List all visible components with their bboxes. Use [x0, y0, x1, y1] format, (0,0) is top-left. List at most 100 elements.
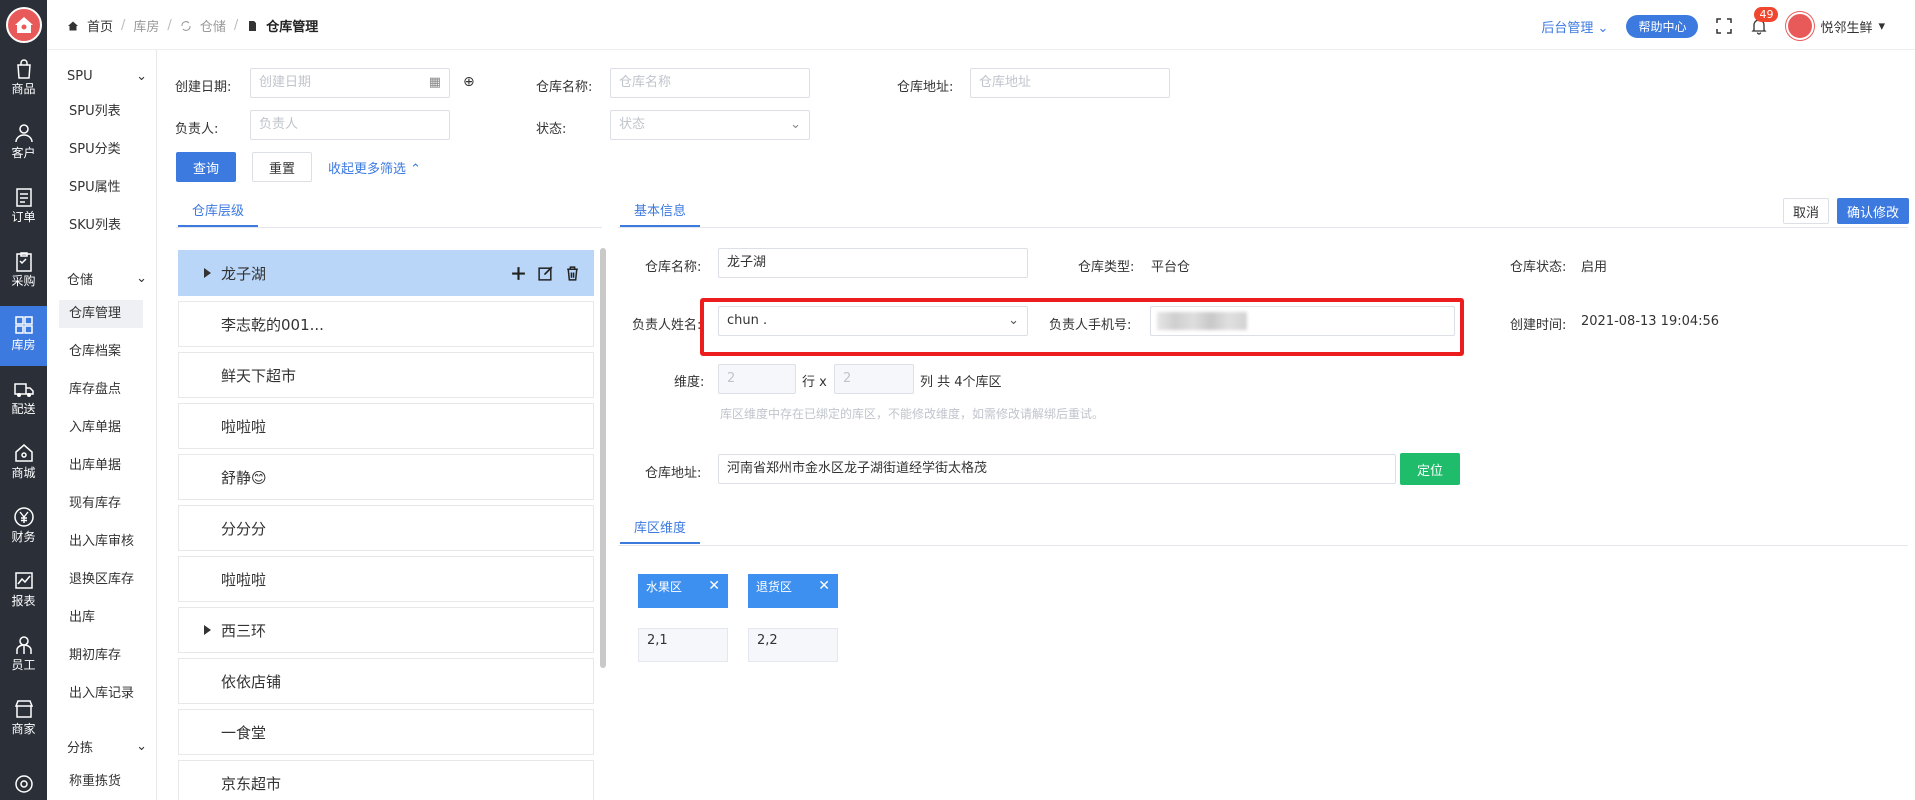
notification-bell[interactable]: 49: [1750, 7, 1779, 35]
subnav-item[interactable]: 出库: [59, 604, 143, 632]
fullscreen-icon[interactable]: [1716, 18, 1733, 34]
info-name-label: 仓库名称:: [645, 260, 702, 275]
confirm-edit-button[interactable]: 确认修改: [1837, 198, 1909, 224]
admin-dropdown[interactable]: 后台管理 ⌄: [1541, 17, 1608, 36]
locate-button[interactable]: 定位: [1400, 453, 1460, 485]
add-icon[interactable]: [510, 265, 527, 282]
tree-node[interactable]: 依依店铺: [178, 658, 594, 704]
rail-item-7[interactable]: 财务: [0, 498, 47, 558]
subnav-item[interactable]: 期初库存: [59, 642, 143, 670]
rail-item-2[interactable]: 订单: [0, 178, 47, 238]
user-menu[interactable]: 悦邻生鲜 ▾: [1786, 12, 1885, 40]
zone-chip[interactable]: 退货区 ✕: [748, 574, 838, 608]
close-icon[interactable]: ✕: [818, 578, 830, 594]
zone-chip[interactable]: 水果区 ✕: [638, 574, 728, 608]
warehouse-address-input[interactable]: 仓库地址: [970, 68, 1170, 98]
rail-item-4[interactable]: 库房: [0, 306, 47, 366]
edit-icon[interactable]: [537, 265, 554, 282]
close-icon[interactable]: ✕: [708, 578, 720, 594]
rail-item-5[interactable]: 配送: [0, 370, 47, 430]
cancel-button[interactable]: 取消: [1783, 198, 1829, 224]
subnav-item[interactable]: 现有库存: [59, 490, 143, 518]
subnav-item[interactable]: 入库单据: [59, 414, 143, 442]
help-center-button[interactable]: 帮助中心: [1626, 14, 1699, 38]
rail-item-1[interactable]: 客户: [0, 114, 47, 174]
tree-node[interactable]: 西三环: [178, 607, 594, 653]
brand-logo[interactable]: [6, 7, 42, 43]
subnav-item[interactable]: SPU分类: [59, 136, 143, 164]
subnav-item[interactable]: 退换区库存: [59, 566, 143, 594]
subnav-item[interactable]: 仓库档案: [59, 338, 143, 366]
subnav-item[interactable]: 出入库记录: [59, 680, 143, 708]
caret-right-icon[interactable]: [204, 625, 211, 635]
trash-icon[interactable]: [564, 265, 581, 282]
crumb-separator: /: [233, 18, 239, 33]
rail-item-6[interactable]: 商城: [0, 434, 47, 494]
subnav-item[interactable]: SPU属性: [59, 174, 143, 202]
tree-scrollbar[interactable]: [600, 248, 606, 668]
rail-item-9[interactable]: 员工: [0, 626, 47, 686]
warehouse-name-label: 仓库名称:: [536, 80, 593, 95]
chevron-down-icon: ⌄: [1597, 20, 1609, 36]
rail-item-10[interactable]: 商家: [0, 690, 47, 750]
tree-node[interactable]: 一食堂: [178, 709, 594, 755]
refresh-icon: [181, 20, 191, 31]
dimension-cols-input[interactable]: 2: [834, 364, 914, 394]
create-date-input[interactable]: 创建日期 ▦: [250, 68, 450, 98]
subnav-item[interactable]: 出入库审核: [59, 528, 143, 556]
tree-node[interactable]: 京东超市: [178, 760, 594, 800]
dimension-rows-input[interactable]: 2: [718, 364, 796, 394]
warehouse-icon: [14, 316, 33, 334]
chevron-down-icon: ⌄: [136, 68, 147, 84]
warehouse-address-field[interactable]: 河南省郑州市金水区龙子湖街道经学街太格茂: [718, 454, 1396, 484]
tree-node[interactable]: 啦啦啦: [178, 403, 594, 449]
subnav-group-label: 仓储: [67, 272, 94, 288]
shop-icon: [14, 700, 33, 718]
info-address-label: 仓库地址:: [645, 466, 702, 481]
collapse-filters-link[interactable]: 收起更多筛选 ⌃: [328, 158, 421, 177]
rail-item-label: 商城: [11, 466, 36, 480]
subnav-item[interactable]: SPU列表: [59, 98, 143, 126]
subnav-item[interactable]: 仓库管理: [59, 300, 143, 328]
subnav-item[interactable]: 出库单据: [59, 452, 143, 480]
created-time-label: 创建时间:: [1510, 318, 1567, 333]
rail-item-8[interactable]: 报表: [0, 562, 47, 622]
chart-icon: [14, 572, 33, 589]
tab-warehouse-tree[interactable]: 仓库层级: [178, 197, 259, 227]
crumb-home[interactable]: 首页: [87, 16, 113, 35]
create-date-label: 创建日期:: [175, 80, 232, 95]
subnav-item[interactable]: 库存盘点: [59, 376, 143, 404]
owner-input[interactable]: 负责人: [250, 110, 450, 140]
tree-node[interactable]: 舒静😊: [178, 454, 594, 500]
tab-zone-dimension[interactable]: 库区维度: [620, 514, 701, 544]
tree-node[interactable]: 啦啦啦: [178, 556, 594, 602]
caret-down-icon: ▾: [1878, 18, 1885, 34]
warehouse-name-input[interactable]: 仓库名称: [610, 68, 810, 98]
rail-item-3[interactable]: 采购: [0, 242, 47, 302]
warehouse-name-field[interactable]: 龙子湖: [718, 248, 1028, 278]
subnav-item[interactable]: SKU列表: [59, 212, 143, 240]
highlight-box: [700, 298, 1464, 356]
chevron-down-icon: ⌄: [790, 117, 801, 132]
rail-item-more[interactable]: [0, 765, 47, 800]
tree-node[interactable]: 鲜天下超市: [178, 352, 594, 398]
tree-node[interactable]: 李志乾的001...: [178, 301, 594, 347]
caret-right-icon[interactable]: [204, 268, 211, 278]
crumb-warehouse[interactable]: 库房: [133, 16, 159, 35]
order-icon: [15, 188, 32, 207]
tree-node[interactable]: 龙子湖: [178, 250, 594, 296]
subnav-group[interactable]: 分拣 ⌄: [67, 734, 147, 758]
status-select[interactable]: 状态 ⌄: [610, 110, 810, 140]
add-circle-icon[interactable]: ⊕: [463, 74, 475, 90]
crumb-storage[interactable]: 仓储: [200, 16, 226, 35]
subnav-item[interactable]: 称重拣货: [59, 768, 143, 796]
dimension-hint: 库区维度中存在已绑定的库区，不能修改维度，如需修改请解绑后重试。: [720, 407, 1105, 421]
tab-basic-info[interactable]: 基本信息: [620, 197, 701, 227]
subnav-group[interactable]: SPU ⌄: [67, 64, 147, 88]
query-button[interactable]: 查询: [176, 152, 236, 182]
rail-item-0[interactable]: 商品: [0, 50, 47, 110]
tree-node[interactable]: 分分分: [178, 505, 594, 551]
top-header: 首页 / 库房 / 仓储 / 仓库管理 后台管理 ⌄ 帮助中心 49 悦邻生鲜 …: [47, 0, 1915, 50]
subnav-group[interactable]: 仓储 ⌄: [67, 266, 147, 290]
reset-button[interactable]: 重置: [252, 152, 312, 182]
